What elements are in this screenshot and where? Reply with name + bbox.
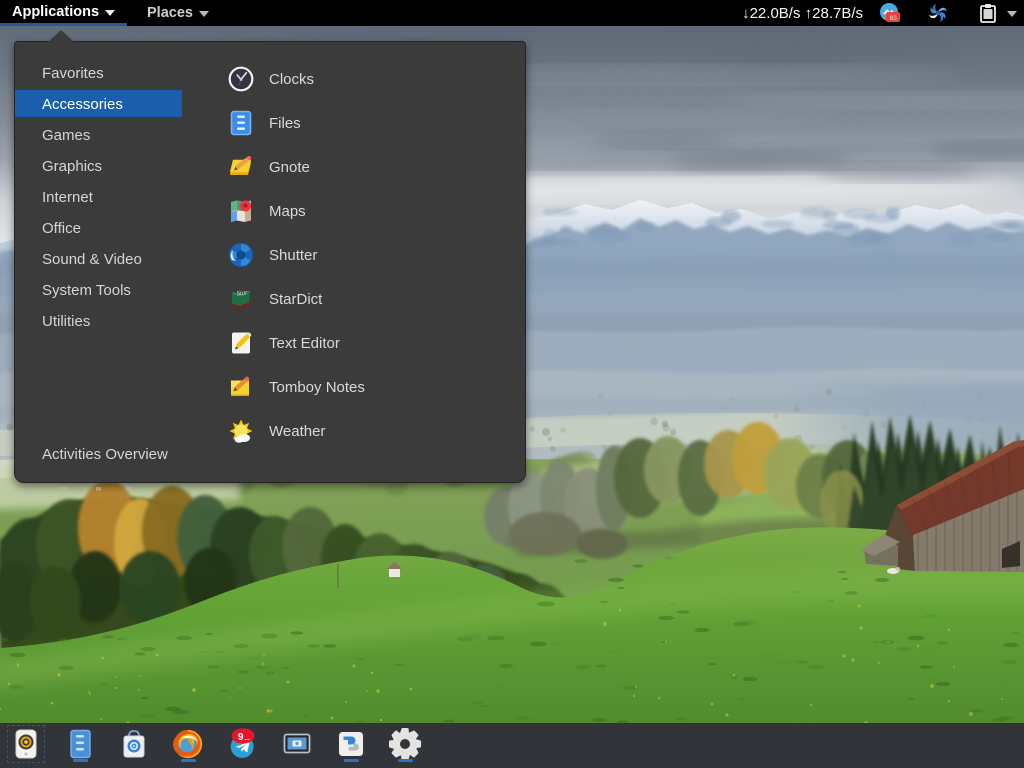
svg-text:83: 83	[890, 15, 898, 22]
svg-text:9: 9	[238, 732, 244, 743]
svg-text:...: ...	[244, 735, 250, 742]
